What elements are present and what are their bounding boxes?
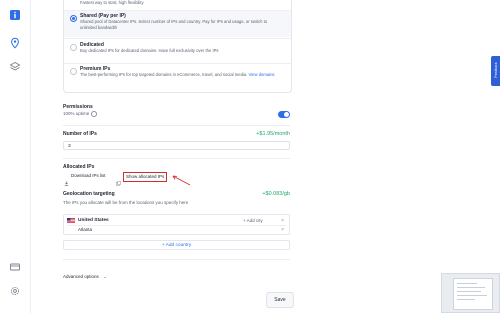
info-icon[interactable] xyxy=(9,9,21,21)
location-pin-icon[interactable] xyxy=(9,37,21,49)
plan-desc: Buy dedicated IPs for dedicated domains.… xyxy=(80,48,219,53)
plan-desc: Shared pool of Datacenter IPs. Select nu… xyxy=(80,19,268,30)
plan-desc: The best-performing IPs for top targeted… xyxy=(80,72,283,78)
allocated-ips-label: Allocated IPs xyxy=(63,164,95,170)
plan-first-desc: Fastest way to start, high flexibility xyxy=(80,0,144,5)
thumb-line xyxy=(457,295,487,296)
annotation-arrow xyxy=(172,175,191,186)
thumb-line xyxy=(457,291,481,292)
geolocation-price: +$0.083/gb xyxy=(262,191,290,197)
help-circle-icon[interactable] xyxy=(90,111,97,117)
download-ips-link[interactable]: Download IPs list xyxy=(71,173,106,178)
divider xyxy=(63,259,290,260)
view-domains-link[interactable]: View domains xyxy=(249,72,275,77)
add-country-button[interactable]: + Add country xyxy=(63,240,290,250)
advanced-options-label: Advanced options xyxy=(63,274,99,279)
add-city-button[interactable]: + Add city xyxy=(243,218,263,223)
thumb-line xyxy=(457,287,485,288)
location-entry: United States + Add city × Atlanta × xyxy=(63,214,290,235)
show-allocated-ips-button[interactable]: Show allocated IPs xyxy=(123,172,168,182)
save-button[interactable]: Save xyxy=(266,292,294,308)
advanced-options-toggle[interactable]: Advanced options ⌄ xyxy=(63,265,107,283)
plan-desc-text: The best-performing IPs for top targeted… xyxy=(80,72,248,77)
number-of-ips-section: Number of IPs +$1.95/month 3 xyxy=(63,131,290,153)
feedback-tab[interactable]: Feedback xyxy=(491,56,500,86)
layers-icon[interactable] xyxy=(9,61,21,73)
geolocation-label: Geolocation targeting xyxy=(63,191,115,197)
plan-option-dedicated[interactable]: Dedicated Buy dedicated IPs for dedicate… xyxy=(64,40,291,62)
divider xyxy=(67,225,286,226)
plan-options: Fastest way to start, high flexibility S… xyxy=(63,0,292,93)
permissions-section: Permissions 100% uptime xyxy=(63,104,290,118)
radio-icon[interactable] xyxy=(70,44,77,51)
uptime-toggle[interactable] xyxy=(278,111,290,118)
country-name: United States xyxy=(78,218,109,223)
plan-option-top: Fastest way to start, high flexibility xyxy=(64,0,291,9)
add-city-label: Add city xyxy=(246,218,263,223)
left-sidebar xyxy=(0,0,31,313)
number-of-ips-input[interactable]: 3 xyxy=(63,141,290,150)
divider xyxy=(64,38,291,39)
remove-city-icon[interactable]: × xyxy=(281,227,284,233)
uptime-row: 100% uptime xyxy=(63,111,290,117)
geolocation-section: Geolocation targeting +$0.083/gb The IPs… xyxy=(63,191,290,256)
divider xyxy=(63,125,290,126)
preview-thumbnail-page xyxy=(453,278,493,310)
number-of-ips-price: +$1.95/month xyxy=(256,131,290,137)
permissions-label: Permissions xyxy=(63,104,93,110)
radio-icon[interactable] xyxy=(70,68,77,75)
uptime-text: 100% uptime xyxy=(63,111,90,117)
settings-gear-icon[interactable] xyxy=(9,285,21,297)
plan-option-shared[interactable]: Shared (Pay per IP) Shared pool of Datac… xyxy=(64,11,291,37)
card-icon[interactable] xyxy=(9,261,21,273)
feedback-tab-label: Feedback xyxy=(494,62,498,78)
divider xyxy=(63,158,290,159)
plan-option-premium[interactable]: Premium IPs The best-performing IPs for … xyxy=(64,64,291,92)
chevron-down-icon: ⌄ xyxy=(103,274,108,279)
geolocation-desc: The IPs you allocate will be from the lo… xyxy=(63,200,189,205)
city-name: Atlanta xyxy=(78,227,93,232)
copy-icon[interactable] xyxy=(116,173,121,186)
us-flag-icon xyxy=(67,218,75,223)
remove-country-icon[interactable]: × xyxy=(281,218,284,224)
thumb-line xyxy=(457,283,477,284)
download-icon[interactable] xyxy=(64,173,69,186)
preview-thumbnail[interactable] xyxy=(441,273,500,313)
radio-selected-icon[interactable] xyxy=(70,15,77,22)
thumb-line xyxy=(457,299,475,300)
main-content: Fastest way to start, high flexibility S… xyxy=(30,0,500,313)
